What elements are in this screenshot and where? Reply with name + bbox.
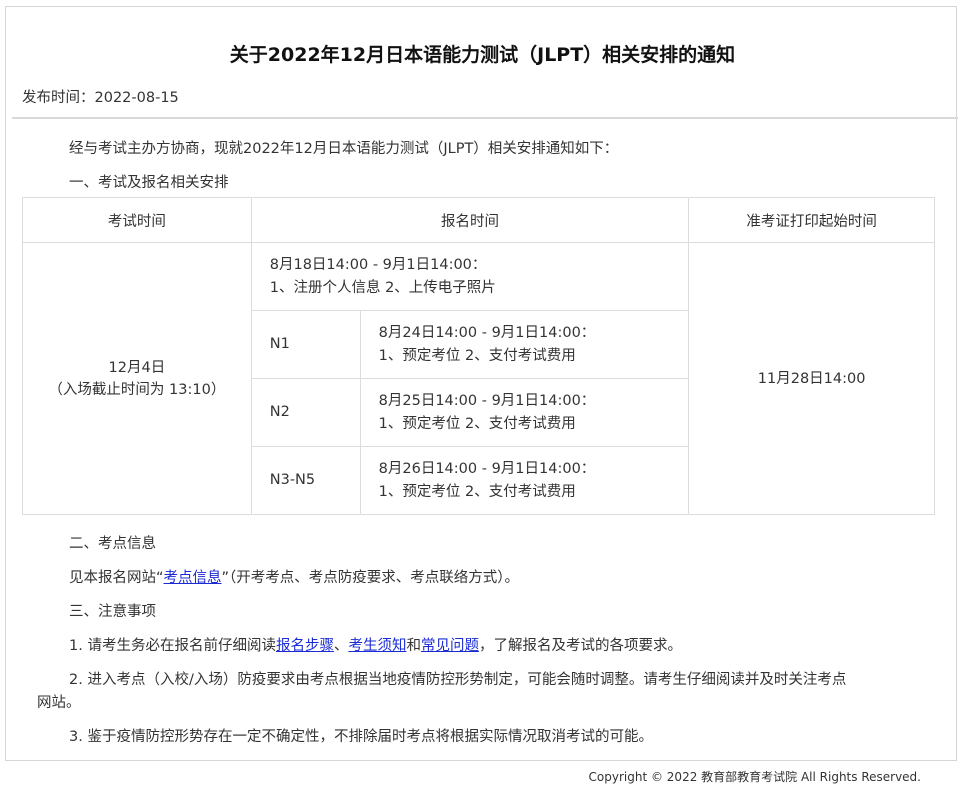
notice-title: 关于2022年12月日本语能力测试（JLPT）相关安排的通知 — [229, 44, 736, 66]
venue-paragraph: 见本报名网站“考点信息”（开考考点、考点防疫要求、考点联络方式）。 — [69, 567, 519, 589]
table-row: 12月4日 （入场截止时间为 13:10） 8月18日14:00 - 9月1日1… — [22, 242, 935, 515]
publish-info: 发布时间：2022-08-15 — [22, 86, 179, 107]
registration-steps-link[interactable]: 报名步骤 — [276, 638, 334, 654]
header-exam-time: 考试时间 — [22, 197, 252, 243]
section-heading-venue: 二、考点信息 — [69, 536, 156, 552]
copyright-footer: Copyright © 2022 教育部教育考试院 All Rights Res… — [588, 770, 921, 784]
table-header-row: 考试时间 报名时间 准考证打印起始时间 — [22, 197, 935, 243]
note-item-1: 1. 请考生务必在报名前仔细阅读报名步骤、考生须知和常见问题，了解报名及考试的各… — [69, 635, 682, 657]
venue-text-post: ”（开考考点、考点防疫要求、考点联络方式）。 — [221, 570, 520, 586]
note1-text-pre: 1. 请考生务必在报名前仔细阅读 — [69, 638, 276, 654]
note-item-2-line-2: 网站。 — [37, 695, 81, 711]
publish-date: 2022-08-15 — [94, 90, 179, 106]
publish-label: 发布时间： — [22, 90, 95, 106]
venue-text-pre: 见本报名网站“ — [69, 570, 164, 586]
note1-text-post: ，了解报名及考试的各项要求。 — [478, 638, 682, 654]
level-registration-steps: 1、预定考位 2、支付考试费用 — [378, 415, 576, 432]
level-cell: N3-N5 — [250, 446, 361, 515]
note1-separator: 、 — [333, 638, 349, 654]
header-admission-print-time: 准考证打印起始时间 — [688, 197, 935, 243]
exam-date: 12月4日 — [108, 359, 166, 376]
level-registration-time: 8月24日14:00 - 9月1日14:00： — [378, 324, 596, 341]
note-item-3: 3. 鉴于疫情防控形势存在一定不确定性，不排除届时考点将根据实际情况取消考试的可… — [69, 729, 653, 745]
venue-info-link[interactable]: 考点信息 — [164, 570, 222, 586]
level-registration-steps: 1、预定考位 2、支付考试费用 — [378, 483, 576, 500]
note-item-2-line-1: 2. 进入考点（入校/入场）防疫要求由考点根据当地疫情防控形势制定，可能会随时调… — [69, 672, 847, 688]
level-cell: N2 — [250, 378, 361, 447]
faq-link[interactable]: 常见问题 — [421, 638, 479, 654]
general-registration-time: 8月18日14:00 - 9月1日14:00： — [269, 256, 487, 273]
schedule-table: 考试时间 报名时间 准考证打印起始时间 12月4日 （入场截止时间为 13:10… — [22, 197, 935, 515]
level-registration-steps: 1、预定考位 2、支付考试费用 — [378, 347, 576, 364]
level-registration-time: 8月26日14:00 - 9月1日14:00： — [378, 460, 596, 477]
note1-conjunction: 和 — [406, 638, 421, 654]
section-heading-notes: 三、注意事项 — [69, 604, 156, 620]
general-registration-cell: 8月18日14:00 - 9月1日14:00： 1、注册个人信息 2、上传电子照… — [250, 242, 690, 311]
level-cell: N1 — [250, 310, 361, 379]
title-divider — [12, 117, 958, 119]
level-registration-time: 8月25日14:00 - 9月1日14:00： — [378, 392, 596, 409]
header-registration-time: 报名时间 — [250, 197, 690, 243]
level-registration-cell: 8月26日14:00 - 9月1日14:00： 1、预定考位 2、支付考试费用 — [359, 446, 690, 515]
exam-date-cell: 12月4日 （入场截止时间为 13:10） — [22, 242, 252, 515]
admission-print-time: 11月28日14:00 — [688, 242, 935, 515]
general-registration-steps: 1、注册个人信息 2、上传电子照片 — [269, 279, 496, 296]
candidate-notice-link[interactable]: 考生须知 — [348, 638, 406, 654]
intro-paragraph: 经与考试主办方协商，现就2022年12月日本语能力测试（JLPT）相关安排通知如… — [69, 141, 619, 157]
level-registration-cell: 8月24日14:00 - 9月1日14:00： 1、预定考位 2、支付考试费用 — [359, 310, 690, 379]
section-heading-arrangement: 一、考试及报名相关安排 — [69, 175, 229, 191]
level-registration-cell: 8月25日14:00 - 9月1日14:00： 1、预定考位 2、支付考试费用 — [359, 378, 690, 447]
exam-entry-note: （入场截止时间为 13:10） — [48, 381, 226, 398]
